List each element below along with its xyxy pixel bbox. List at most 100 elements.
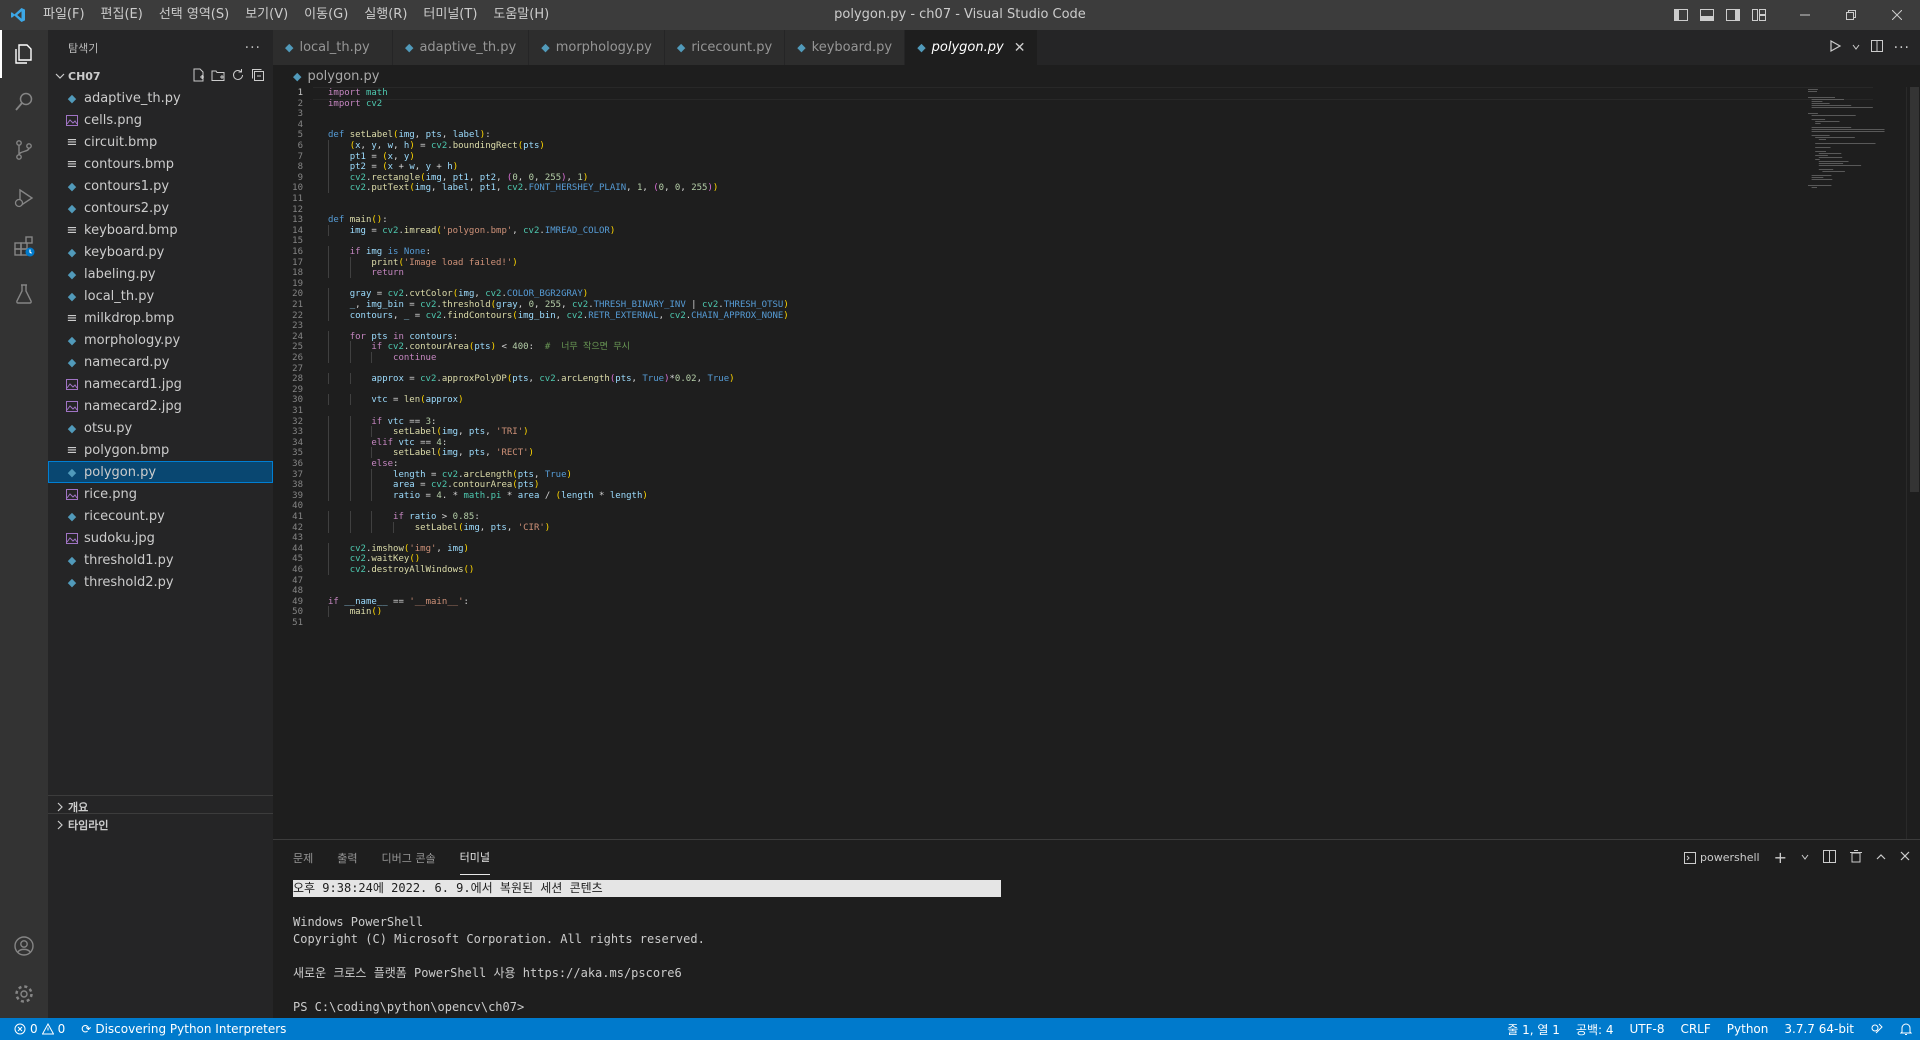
tab-ricecount-py[interactable]: ◆ ricecount.py xyxy=(664,30,786,65)
explorer-title: 탐색기 xyxy=(68,41,99,55)
file-item[interactable]: ≡ circuit.bmp xyxy=(48,131,273,153)
file-item[interactable]: ◆ labeling.py xyxy=(48,263,273,285)
minimap-line xyxy=(1815,151,1826,152)
encoding[interactable]: UTF-8 xyxy=(1621,1018,1672,1040)
restore-button[interactable] xyxy=(1828,0,1874,30)
notifications-bell-icon[interactable] xyxy=(1892,1018,1920,1040)
tab-local_th-py[interactable]: ◆ local_th.py xyxy=(273,30,393,65)
more-actions-icon[interactable]: ··· xyxy=(245,40,261,56)
panel-tab[interactable]: 디버그 콘솔 xyxy=(382,840,436,875)
file-item[interactable]: ◆ otsu.py xyxy=(48,417,273,439)
menu-item[interactable]: 터미널(T) xyxy=(415,0,485,30)
close-panel-icon[interactable] xyxy=(1900,851,1910,864)
terminal-shell-selector[interactable]: powershell xyxy=(1684,851,1760,864)
trash-icon[interactable] xyxy=(1850,849,1862,866)
explorer-icon[interactable] xyxy=(0,30,48,78)
panel-tab[interactable]: 출력 xyxy=(337,840,357,875)
chevron-down-icon[interactable] xyxy=(1852,40,1860,55)
file-item[interactable]: namecard2.jpg xyxy=(48,395,273,417)
indentation[interactable]: 공백: 4 xyxy=(1568,1018,1622,1040)
tab-keyboard-py[interactable]: ◆ keyboard.py xyxy=(785,30,906,65)
file-item[interactable]: sudoku.jpg xyxy=(48,527,273,549)
file-item[interactable]: ◆ polygon.py xyxy=(48,461,273,483)
indent-guide xyxy=(328,447,329,458)
breadcrumb-file[interactable]: polygon.py xyxy=(307,69,379,84)
minimap-line xyxy=(1818,161,1849,162)
refresh-icon[interactable] xyxy=(231,68,245,85)
problems-status[interactable]: 0 0 xyxy=(0,1018,73,1040)
file-item[interactable]: ◆ keyboard.py xyxy=(48,241,273,263)
folder-ch07[interactable]: CH07 xyxy=(48,65,273,87)
scrollbar-thumb[interactable] xyxy=(1910,87,1919,492)
maximize-panel-icon[interactable] xyxy=(1876,851,1886,864)
menu-item[interactable]: 보기(V) xyxy=(237,0,296,30)
file-item[interactable]: ≡ polygon.bmp xyxy=(48,439,273,461)
settings-gear-icon[interactable] xyxy=(0,970,48,1018)
terminal-output[interactable]: 오후 9:38:24에 2022. 6. 9.에서 복원된 세션 콘텐츠 Wind… xyxy=(293,880,1001,1016)
line-ending[interactable]: CRLF xyxy=(1672,1018,1718,1040)
editor-scrollbar[interactable] xyxy=(1906,87,1920,839)
split-editor-icon[interactable] xyxy=(1870,39,1884,57)
file-item[interactable]: ◆ local_th.py xyxy=(48,285,273,307)
python-interpreter[interactable]: 3.7.7 64-bit xyxy=(1776,1018,1862,1040)
tab-adaptive_th-py[interactable]: ◆ adaptive_th.py xyxy=(393,30,530,65)
new-folder-icon[interactable] xyxy=(211,68,225,85)
run-file-icon[interactable] xyxy=(1828,39,1842,57)
search-icon[interactable] xyxy=(0,78,48,126)
file-item[interactable]: ◆ threshold1.py xyxy=(48,549,273,571)
python-discovery-status[interactable]: ⟳ Discovering Python Interpreters xyxy=(73,1018,294,1040)
file-item[interactable]: rice.png xyxy=(48,483,273,505)
file-item[interactable]: ◆ ricecount.py xyxy=(48,505,273,527)
toggle-secondary-sidebar-icon[interactable] xyxy=(1720,0,1746,30)
toggle-panel-icon[interactable] xyxy=(1694,0,1720,30)
breadcrumb[interactable]: ◆ polygon.py xyxy=(273,65,1920,87)
minimap[interactable] xyxy=(1806,87,1906,207)
panel-tab[interactable]: 문제 xyxy=(293,840,313,875)
new-terminal-icon[interactable]: + xyxy=(1774,848,1787,867)
file-item[interactable]: ◆ morphology.py xyxy=(48,329,273,351)
file-item[interactable]: ◆ namecard.py xyxy=(48,351,273,373)
minimize-button[interactable] xyxy=(1782,0,1828,30)
chevron-down-icon[interactable] xyxy=(1801,851,1809,864)
customize-layout-icon[interactable] xyxy=(1746,0,1772,30)
file-item[interactable]: ≡ contours.bmp xyxy=(48,153,273,175)
toggle-sidebar-icon[interactable] xyxy=(1668,0,1694,30)
menu-item[interactable]: 실행(R) xyxy=(356,0,415,30)
source-control-icon[interactable] xyxy=(0,126,48,174)
close-tab-icon[interactable]: ✕ xyxy=(1014,40,1026,56)
minimap-line xyxy=(1811,101,1823,102)
timeline-section[interactable]: 타임라인 xyxy=(48,813,273,835)
file-item[interactable]: namecard1.jpg xyxy=(48,373,273,395)
code-editor[interactable]: 1 import math 2 import cv2 3 4 5 def setLabel(i… xyxy=(273,87,1920,839)
file-item[interactable]: ≡ keyboard.bmp xyxy=(48,219,273,241)
more-actions-icon[interactable]: ··· xyxy=(1894,40,1910,56)
file-item[interactable]: ◆ adaptive_th.py xyxy=(48,87,273,109)
extensions-icon[interactable] xyxy=(0,222,48,270)
new-file-icon[interactable] xyxy=(191,68,205,85)
feedback-icon[interactable] xyxy=(1862,1018,1892,1040)
panel-tab[interactable]: 터미널 xyxy=(459,840,490,875)
menu-item[interactable]: 이동(G) xyxy=(296,0,356,30)
file-item[interactable]: cells.png xyxy=(48,109,273,131)
menu-item[interactable]: 파일(F) xyxy=(35,0,93,30)
shell-name: powershell xyxy=(1700,851,1760,864)
account-icon[interactable] xyxy=(0,922,48,970)
menu-item[interactable]: 편집(E) xyxy=(93,0,151,30)
menu-item[interactable]: 도움말(H) xyxy=(485,0,557,30)
collapse-all-icon[interactable] xyxy=(251,68,265,85)
cursor-position[interactable]: 줄 1, 열 1 xyxy=(1499,1018,1568,1040)
testing-flask-icon[interactable] xyxy=(0,270,48,318)
file-item[interactable]: ◆ threshold2.py xyxy=(48,571,273,593)
file-item[interactable]: ◆ contours2.py xyxy=(48,197,273,219)
split-terminal-icon[interactable] xyxy=(1823,849,1836,866)
text-file-icon: ≡ xyxy=(66,310,78,326)
close-window-button[interactable] xyxy=(1874,0,1920,30)
tab-polygon-py[interactable]: ◆ polygon.py ✕ xyxy=(905,30,1039,65)
code-line: vtc = len(approx) xyxy=(371,395,464,405)
language-mode[interactable]: Python xyxy=(1719,1018,1777,1040)
run-debug-icon[interactable] xyxy=(0,174,48,222)
menu-item[interactable]: 선택 영역(S) xyxy=(151,0,237,30)
tab-morphology-py[interactable]: ◆ morphology.py xyxy=(529,30,665,65)
file-item[interactable]: ◆ contours1.py xyxy=(48,175,273,197)
file-item[interactable]: ≡ milkdrop.bmp xyxy=(48,307,273,329)
